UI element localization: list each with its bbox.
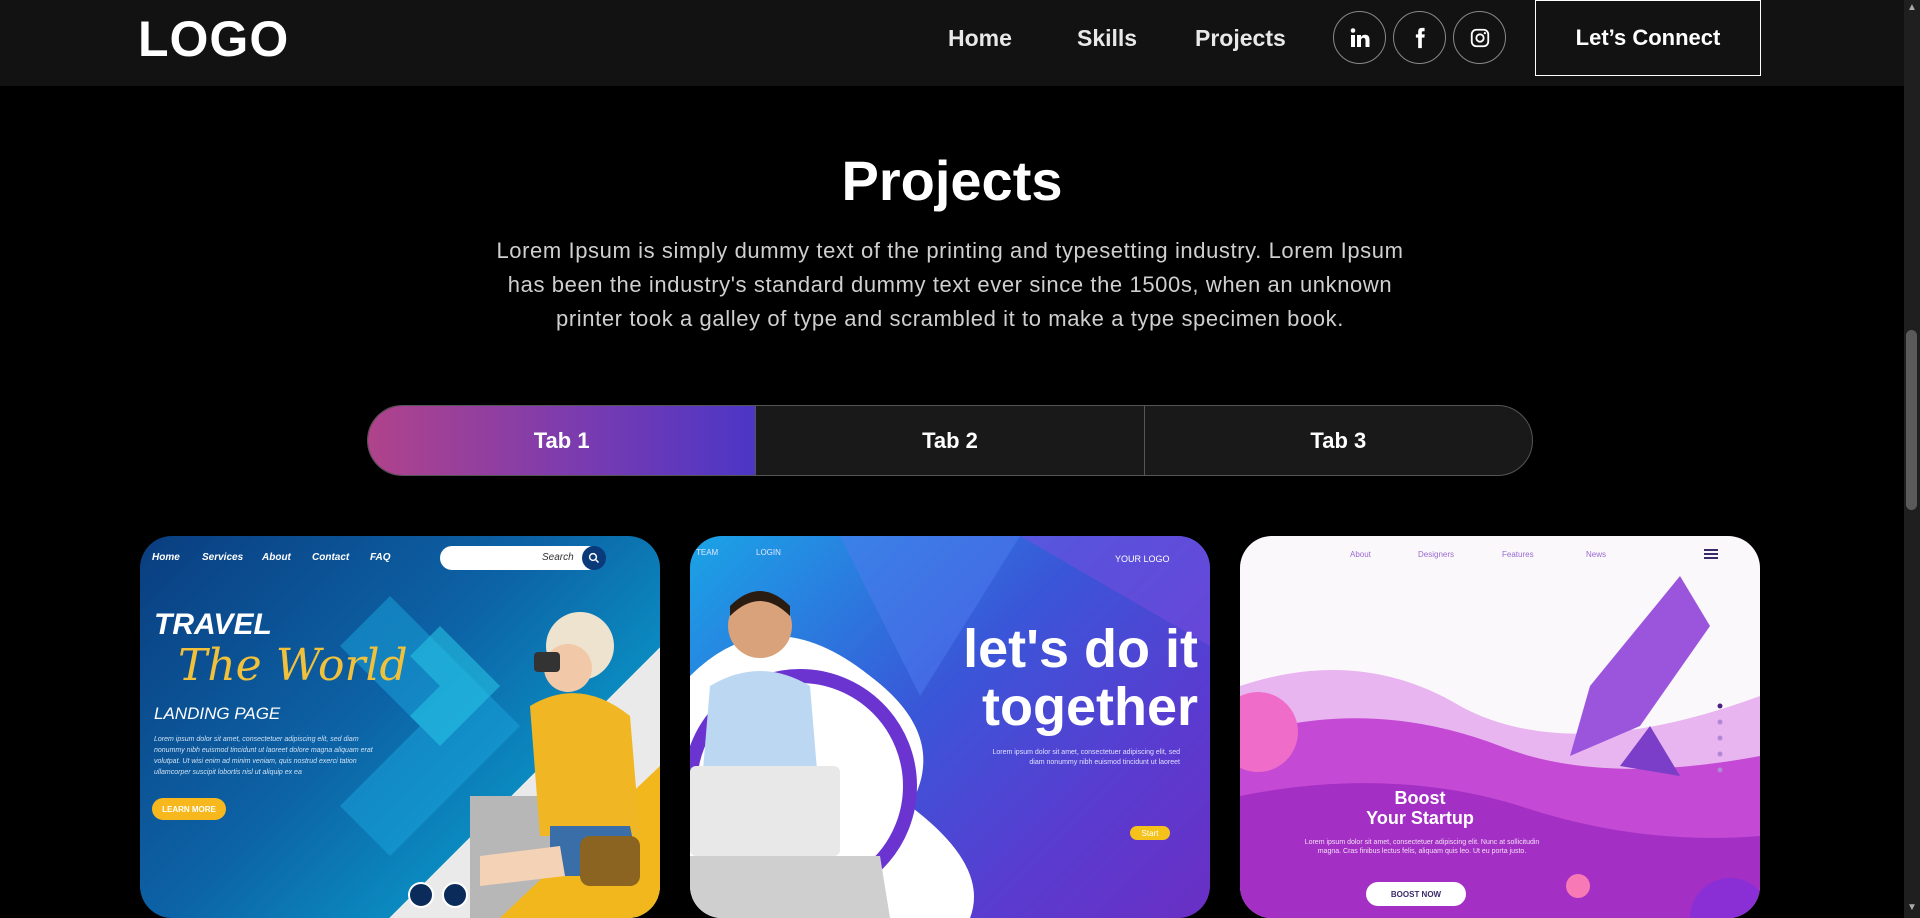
instagram-button[interactable] [1453, 11, 1506, 64]
travel-nav-contact[interactable]: Contact [312, 552, 349, 563]
boost-now-button[interactable]: BOOST NOW [1366, 882, 1466, 906]
together-nav-login[interactable]: LOGIN [756, 548, 781, 557]
tab-1[interactable]: Tab 1 [368, 406, 757, 475]
learn-more-button[interactable]: LEARN MORE [152, 798, 226, 820]
travel-script-heading: The World [178, 640, 408, 691]
startup-nav-features[interactable]: Features [1502, 550, 1534, 559]
travel-nav-faq[interactable]: FAQ [370, 552, 391, 563]
together-logo: YOUR LOGO [1115, 554, 1170, 564]
projects-title: Projects [841, 149, 1063, 212]
nav-skills[interactable]: Skills [1077, 25, 1137, 52]
startup-nav-news[interactable]: News [1586, 550, 1606, 559]
search-icon [588, 552, 600, 564]
linkedin-icon [1350, 27, 1369, 47]
startup-nav-designers[interactable]: Designers [1418, 550, 1454, 559]
nav-projects[interactable]: Projects [1195, 25, 1286, 52]
startup-heading-line2: Your Startup [1366, 808, 1474, 828]
travel-heading: TRAVEL [154, 608, 272, 641]
project-card-together[interactable]: TEAM LOGIN YOUR LOGO let's do it togethe… [690, 536, 1210, 918]
instagram-icon [1470, 28, 1489, 47]
travel-nav-home[interactable]: Home [152, 552, 180, 563]
travel-nav-about[interactable]: About [262, 552, 291, 563]
girl-photographer-illustration [480, 612, 640, 886]
together-body-text: Lorem ipsum dolor sit amet, consectetuer… [992, 749, 1180, 766]
carousel-next-icon[interactable] [442, 882, 468, 908]
projects-description: Lorem Ipsum is simply dummy text of the … [496, 238, 1404, 331]
tab-3[interactable]: Tab 3 [1145, 406, 1532, 475]
travel-search-input[interactable] [440, 546, 600, 570]
scroll-up-arrow-icon[interactable]: ▲ [1907, 2, 1917, 13]
projects-tabs: Tab 1 Tab 2 Tab 3 [367, 405, 1533, 476]
facebook-icon [1415, 27, 1425, 48]
hamburger-menu-icon[interactable] [1704, 548, 1718, 560]
logo[interactable]: LOGO [138, 10, 289, 68]
man-with-laptop-illustration [690, 591, 890, 918]
travel-search-button[interactable] [582, 546, 606, 570]
travel-search-placeholder: Search [542, 552, 574, 563]
together-nav-team[interactable]: TEAM [696, 548, 718, 557]
carousel-prev-icon[interactable] [408, 882, 434, 908]
startup-nav-about[interactable]: About [1350, 550, 1371, 559]
travel-body-text: Lorem ipsum dolor sit amet, consectetuer… [154, 736, 373, 776]
project-card-travel[interactable]: Home Services About Contact FAQ Search T… [140, 536, 660, 918]
travel-nav-services[interactable]: Services [202, 552, 243, 563]
navbar: LOGO Home Skills Projects Let’s Connect [0, 0, 1904, 86]
scroll-down-arrow-icon[interactable]: ▼ [1907, 902, 1917, 913]
facebook-button[interactable] [1393, 11, 1446, 64]
startup-body-text: Lorem ipsum dolor sit amet, consectetuer… [1304, 839, 1540, 855]
nav-home[interactable]: Home [948, 25, 1012, 52]
lets-connect-button[interactable]: Let’s Connect [1535, 0, 1761, 76]
startup-backdrop-shapes [1240, 576, 1760, 918]
together-headline: let's do it together [963, 619, 1198, 737]
startup-heading-line1: Boost [1394, 788, 1446, 808]
scrollbar-thumb[interactable] [1906, 330, 1917, 510]
project-card-startup[interactable]: About Designers Features News Boost Your… [1240, 536, 1760, 918]
linkedin-button[interactable] [1333, 11, 1386, 64]
travel-subheading: LANDING PAGE [154, 704, 281, 723]
start-button[interactable]: Start [1130, 826, 1170, 840]
tab-2[interactable]: Tab 2 [756, 406, 1145, 475]
travel-carousel-arrows [408, 882, 468, 908]
